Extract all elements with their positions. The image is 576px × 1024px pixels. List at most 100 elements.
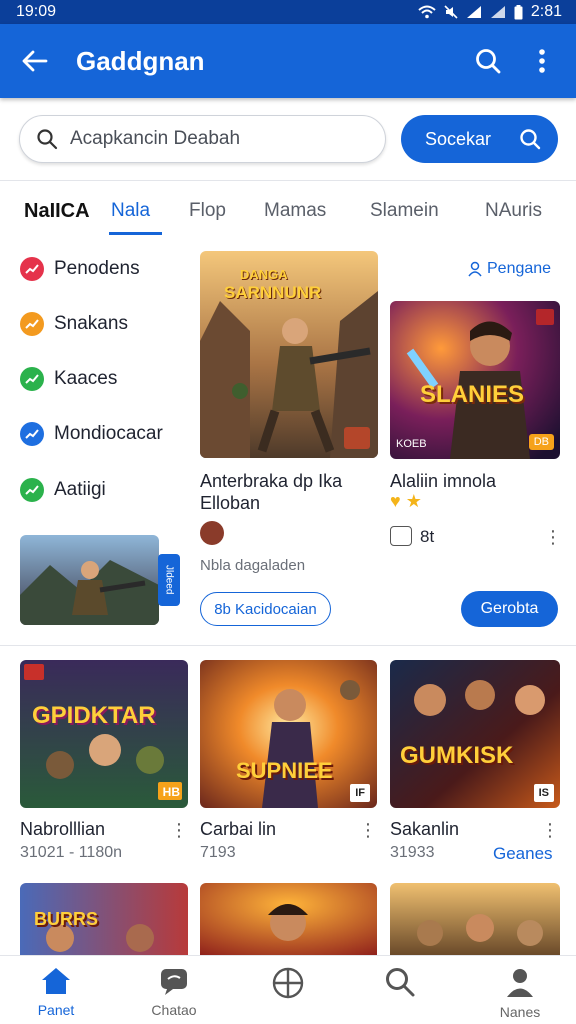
thumbnail-corner-badge: DB — [528, 434, 554, 450]
thumbnail-badge: IF — [355, 787, 365, 799]
divider — [0, 180, 576, 181]
nav-home-label: Panet — [37, 1002, 75, 1018]
thumbnail-title-line1: DANGA — [240, 267, 288, 282]
game-thumbnail[interactable]: GPIDKTAR HB — [20, 660, 188, 808]
side-item-label: Mondiocacar — [54, 423, 163, 444]
search-field[interactable] — [19, 115, 386, 163]
app-bar: Gaddgnan — [0, 24, 576, 98]
status-right-text: 2:81 — [530, 3, 562, 20]
featured-card-2-button[interactable]: Gerobta — [461, 591, 558, 627]
trend-icon — [20, 257, 44, 281]
signal-icon-2 — [490, 6, 505, 18]
home-icon — [42, 968, 70, 994]
comment-icon — [390, 526, 412, 546]
battery-icon — [514, 4, 523, 19]
status-time: 19:09 — [16, 3, 57, 20]
game-thumbnail[interactable]: BURRS — [20, 883, 188, 955]
more-options-icon[interactable]: ⋮ — [169, 820, 189, 840]
nav-profile-label: Nanes — [499, 1004, 541, 1020]
thumbnail-badge: HB — [162, 785, 180, 799]
game-meta: 31021 - 1180n — [20, 844, 123, 861]
featured-card-1-meta: Nbla dagaladen — [200, 557, 306, 574]
side-item-penodens[interactable]: Penodens — [20, 257, 140, 281]
more-options-button[interactable] — [520, 39, 564, 83]
game-meta: 31933 — [390, 844, 435, 861]
heart-icon: ♥ — [390, 491, 401, 511]
search-button-label: Socekar — [425, 128, 492, 149]
side-item-label: Kaaces — [54, 368, 118, 389]
thumbnail-title: SUPNIEE — [236, 758, 333, 783]
search-input[interactable] — [70, 128, 360, 150]
comment-count: 8t — [420, 527, 435, 546]
side-game-thumbnail[interactable] — [20, 535, 159, 625]
tab-slamein[interactable]: Slamein — [370, 200, 439, 222]
search-action-button[interactable] — [466, 39, 510, 83]
page-title: Gaddgnan — [76, 45, 205, 76]
game-thumbnail[interactable]: GUMKISK IS — [390, 660, 560, 808]
search-icon — [37, 129, 58, 150]
more-options-icon[interactable]: ⋮ — [358, 820, 378, 840]
thumbnail-title: SLANIES — [420, 381, 525, 408]
game-title: Nabrolllian — [20, 819, 106, 839]
chat-icon — [161, 969, 187, 995]
side-item-mondiocacar[interactable]: Mondiocacar — [20, 422, 163, 446]
featured-card-1-button[interactable]: 8b Kacidocaian — [200, 592, 331, 626]
more-options-icon[interactable]: ⋮ — [543, 527, 563, 547]
tab-nala[interactable]: Nala — [111, 200, 150, 222]
status-bar: 19:09 2:81 — [0, 0, 576, 24]
tab-nauris[interactable]: NAuris — [485, 200, 542, 222]
tab-mamas[interactable]: Mamas — [264, 200, 326, 222]
divider — [0, 645, 576, 646]
mute-icon — [444, 5, 458, 19]
owner-link[interactable]: Pengane — [467, 260, 551, 278]
rating-icons: ♥ ★ — [390, 491, 422, 512]
game-thumbnail[interactable] — [200, 883, 377, 955]
featured-thumbnail-1[interactable]: DANGA SARNNUNR — [200, 251, 378, 458]
thumbnail-title: GUMKISK — [400, 742, 514, 769]
tab-brand[interactable]: NaIICA — [24, 200, 90, 223]
side-item-label: Aatiigi — [54, 479, 106, 500]
search-icon — [386, 968, 415, 997]
tab-flop[interactable]: Flop — [189, 200, 226, 222]
thumbnail-title: GPIDKTAR — [32, 702, 156, 729]
signal-icon — [466, 6, 481, 18]
search-icon — [520, 129, 541, 150]
nav-search[interactable] — [355, 966, 445, 998]
featured-thumbnail-2[interactable]: SLANIES KOEB DB — [390, 301, 560, 459]
featured-card-2-title: Alaliin imnola — [390, 471, 497, 491]
more-options-icon[interactable]: ⋮ — [540, 820, 560, 840]
game-thumbnail[interactable] — [390, 883, 560, 955]
nav-explore[interactable] — [243, 966, 333, 1000]
bottom-navigation: Panet Chatao Nanes — [0, 955, 576, 1024]
side-item-snakans[interactable]: Snakans — [20, 312, 128, 336]
back-button[interactable] — [10, 37, 58, 85]
back-arrow-icon — [22, 50, 48, 72]
side-thumbnail-badge: Jldeed — [158, 554, 180, 606]
crosshair-icon — [272, 967, 304, 999]
nav-profile[interactable]: Nanes — [475, 966, 565, 1020]
profile-icon — [507, 969, 533, 997]
nav-home[interactable]: Panet — [11, 966, 101, 1018]
active-tab-indicator — [109, 232, 162, 235]
side-item-aatiigi[interactable]: Aatiigi — [20, 478, 106, 502]
trend-icon — [20, 367, 44, 391]
thumbnail-title-line2: SARNNUNR — [224, 283, 322, 302]
thumbnail-title: BURRS — [34, 909, 99, 929]
nav-chat-label: Chatao — [151, 1002, 197, 1018]
creator-avatar — [200, 521, 224, 545]
more-vertical-icon — [539, 49, 545, 73]
nav-chat[interactable]: Chatao — [129, 966, 219, 1018]
thumbnail-corner-label: KOEB — [396, 438, 427, 450]
trend-icon — [20, 312, 44, 336]
game-meta: 7193 — [200, 844, 236, 861]
trend-icon — [20, 478, 44, 502]
game-title: Carbai lin — [200, 819, 277, 839]
side-item-kaaces[interactable]: Kaaces — [20, 367, 117, 391]
game-thumbnail[interactable]: SUPNIEE IF — [200, 660, 377, 808]
genre-link[interactable]: Geanes — [493, 844, 553, 864]
trend-icon — [20, 422, 44, 446]
search-icon — [476, 49, 501, 74]
search-submit-button[interactable]: Socekar — [401, 115, 558, 163]
search-row: Socekar — [0, 114, 576, 166]
featured-card-1-title: Anterbraka dp Ika Elloban — [200, 471, 343, 513]
